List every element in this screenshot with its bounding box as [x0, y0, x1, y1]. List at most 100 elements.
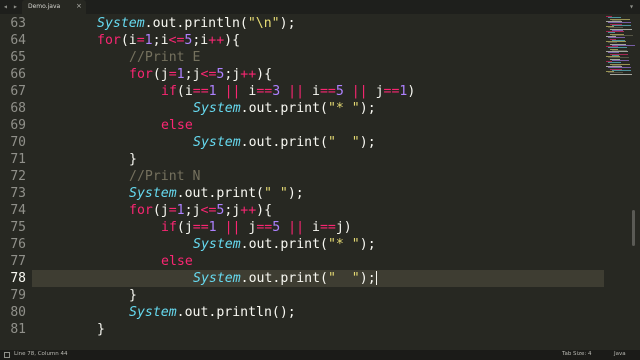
code-text: System.out.print(" ");	[193, 270, 377, 287]
syntax-mode[interactable]: Java	[614, 351, 626, 357]
code-token: }	[97, 322, 105, 337]
code-text: }	[97, 321, 105, 338]
code-token: <=	[200, 67, 217, 82]
code-token: <=	[200, 203, 217, 218]
code-token: i	[304, 84, 320, 99]
code-token: ++	[208, 33, 225, 48]
code-line[interactable]: 65 //Print E	[0, 49, 604, 66]
code-line[interactable]: 66 for(j=1;j<=5;j++){	[0, 66, 604, 83]
code-token: 3	[272, 84, 281, 99]
line-number: 78	[10, 271, 26, 286]
code-line[interactable]: 75 if(j==1 || j==5 || i==j)	[0, 219, 604, 236]
code-token: 1	[176, 203, 185, 218]
minimap-line	[612, 24, 631, 26]
code-token: System	[193, 237, 241, 252]
code-token: 1	[208, 220, 217, 235]
code-line[interactable]: 77 else	[0, 253, 604, 270]
code-editor[interactable]: 63 System.out.println("\n"); 64 for(i=1;i<=…	[0, 14, 604, 350]
code-line[interactable]: 67 if(i==1 || i==3 || i==5 || j==1)	[0, 83, 604, 100]
code-line[interactable]: 74 for(j=1;j<=5;j++){	[0, 202, 604, 219]
line-number: 65	[10, 50, 26, 65]
code-token: System	[193, 101, 241, 116]
code-token: 1	[176, 67, 185, 82]
code-token: ;i	[152, 33, 169, 48]
code-token: ==	[319, 220, 336, 235]
code-text: System.out.print("* ");	[193, 100, 376, 117]
code-token: " "	[327, 271, 360, 286]
code-token: );	[359, 101, 376, 116]
code-line[interactable]: 81}	[0, 321, 604, 338]
code-token: .out.println(	[144, 16, 248, 31]
code-token: if	[161, 84, 177, 99]
code-token: 5	[272, 220, 281, 235]
code-line[interactable]: 64 for(i=1;i<=5;i++){	[0, 32, 604, 49]
code-text: System.out.println();	[129, 304, 296, 321]
code-text: System.out.println("\n");	[97, 15, 296, 32]
tab-size[interactable]: Tab Size: 4	[562, 351, 591, 357]
minimap[interactable]	[604, 14, 640, 350]
line-number: 76	[10, 237, 26, 252]
code-text: }	[129, 287, 137, 304]
code-line[interactable]: 69 else	[0, 117, 604, 134]
tab-demo-java[interactable]: Demo.java ×	[22, 0, 86, 14]
code-token: System	[193, 271, 241, 286]
code-token: System	[129, 186, 177, 201]
line-number: 75	[10, 220, 26, 235]
code-line[interactable]: 80 System.out.println();	[0, 304, 604, 321]
code-token: " "	[327, 135, 360, 150]
chevron-right-icon[interactable]: ▸	[13, 1, 18, 13]
code-line[interactable]: 79}	[0, 287, 604, 304]
code-token: "\n"	[247, 16, 280, 31]
code-line[interactable]: 72 //Print N	[0, 168, 604, 185]
tab-list-icon[interactable]: ▾	[629, 1, 634, 13]
code-token: (i	[120, 33, 137, 48]
line-number: 72	[10, 169, 26, 184]
code-token: .out.print(	[240, 101, 328, 116]
code-token: //Print E	[129, 50, 201, 65]
code-token: );	[359, 237, 376, 252]
code-token: ++	[240, 67, 257, 82]
code-text: System.out.print(" ");	[193, 134, 376, 151]
line-number: 64	[10, 33, 26, 48]
code-token: (j	[152, 67, 169, 82]
text-cursor	[375, 271, 377, 285]
code-token: );	[279, 16, 296, 31]
code-text: else	[161, 253, 193, 270]
code-token: (i	[176, 84, 193, 99]
code-token: System	[97, 16, 145, 31]
code-line[interactable]: 76 System.out.print("* ");	[0, 236, 604, 253]
code-token: }	[129, 288, 137, 303]
code-token: );	[287, 186, 304, 201]
code-text: }	[129, 151, 137, 168]
panel-toggle-icon[interactable]	[4, 352, 10, 358]
code-line[interactable]: 78 System.out.print(" ");	[0, 270, 604, 287]
code-line[interactable]: 71}	[0, 151, 604, 168]
code-token: i	[304, 220, 320, 235]
code-line[interactable]: 70 System.out.print(" ");	[0, 134, 604, 151]
line-number: 71	[10, 152, 26, 167]
line-number: 79	[10, 288, 26, 303]
code-token: j	[240, 220, 257, 235]
code-token: System	[193, 135, 241, 150]
line-number: 63	[10, 16, 26, 31]
code-token: 1	[208, 84, 217, 99]
line-number: 70	[10, 135, 26, 150]
tab-bar: ◂ ▸ Demo.java × ▾	[0, 0, 640, 14]
line-number: 68	[10, 101, 26, 116]
code-token: .out.print(	[240, 271, 328, 286]
status-bar: Line 78, Column 44 Tab Size: 4 Java	[0, 350, 640, 360]
tab-label: Demo.java	[28, 3, 61, 10]
code-line[interactable]: 68 System.out.print("* ");	[0, 100, 604, 117]
code-token: ||	[224, 220, 241, 235]
code-text: for(i=1;i<=5;i++){	[97, 32, 240, 49]
line-number: 81	[10, 322, 26, 337]
code-token: =	[136, 33, 145, 48]
code-line[interactable]: 73 System.out.print(" ");	[0, 185, 604, 202]
chevron-left-icon[interactable]: ◂	[3, 1, 8, 13]
scrollbar-thumb[interactable]	[632, 210, 635, 246]
code-token: ||	[288, 220, 305, 235]
code-token: ==	[383, 84, 400, 99]
code-line[interactable]: 63 System.out.println("\n");	[0, 15, 604, 32]
close-icon[interactable]: ×	[76, 2, 82, 10]
